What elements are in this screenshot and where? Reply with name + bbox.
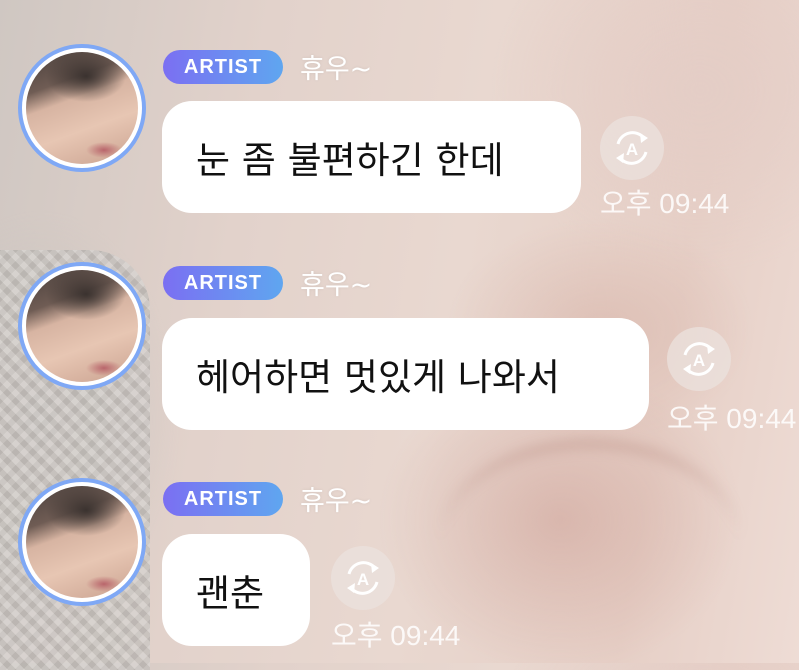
translate-icon: A bbox=[683, 342, 715, 376]
avatar[interactable] bbox=[18, 478, 146, 606]
message-time: 오후 09:44 bbox=[667, 403, 797, 434]
svg-text:A: A bbox=[357, 570, 369, 589]
sender-name: 휴우~ bbox=[300, 270, 373, 301]
translate-button[interactable]: A bbox=[600, 116, 664, 180]
message-bubble[interactable]: 괜춘 bbox=[162, 534, 310, 646]
sender-name: 휴우~ bbox=[300, 486, 373, 517]
avatar[interactable] bbox=[18, 44, 146, 172]
message-time: 오후 09:44 bbox=[600, 188, 730, 219]
avatar-image bbox=[26, 270, 138, 382]
message-time: 오후 09:44 bbox=[331, 620, 461, 651]
translate-button[interactable]: A bbox=[667, 327, 731, 391]
translate-button[interactable]: A bbox=[331, 546, 395, 610]
message-bubble[interactable]: 헤어하면 멋있게 나와서 bbox=[162, 318, 649, 430]
artist-badge: ARTIST bbox=[163, 266, 283, 300]
svg-text:A: A bbox=[693, 351, 705, 370]
avatar-image bbox=[26, 486, 138, 598]
message-bubble[interactable]: 눈 좀 불편하긴 한데 bbox=[162, 101, 581, 213]
artist-badge: ARTIST bbox=[163, 482, 283, 516]
translate-icon: A bbox=[347, 561, 379, 595]
translate-icon: A bbox=[616, 131, 648, 165]
svg-text:A: A bbox=[626, 140, 638, 159]
sender-name: 휴우~ bbox=[300, 54, 373, 85]
avatar-image bbox=[26, 52, 138, 164]
avatar[interactable] bbox=[18, 262, 146, 390]
artist-badge: ARTIST bbox=[163, 50, 283, 84]
background-photo-shadow bbox=[440, 440, 740, 648]
